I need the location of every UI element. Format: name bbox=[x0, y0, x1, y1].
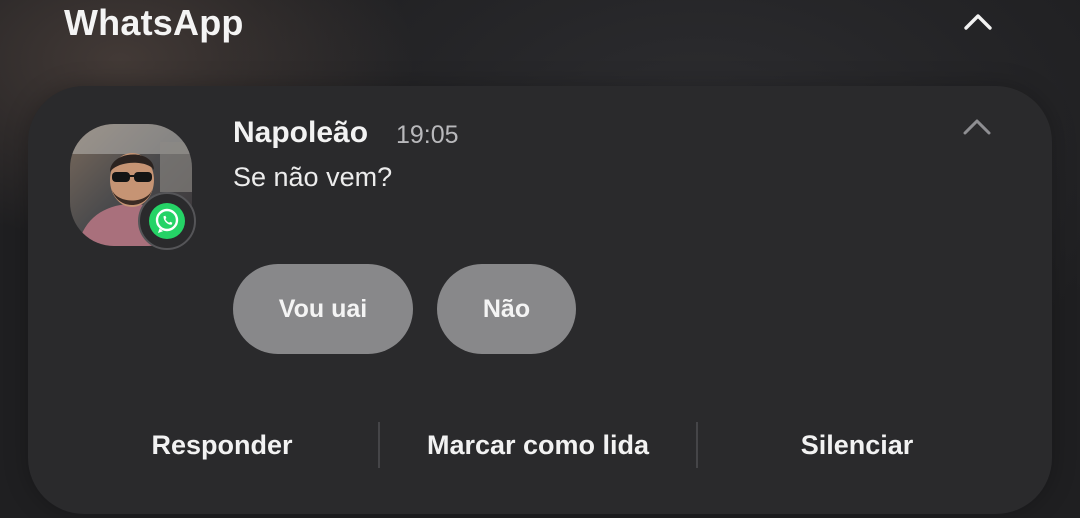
notification-group-header: WhatsApp bbox=[0, 0, 1080, 60]
message-text: Se não vem? bbox=[233, 162, 393, 192]
reply-action-button[interactable]: Responder bbox=[88, 414, 356, 476]
chevron-up-icon[interactable] bbox=[962, 116, 992, 138]
app-badge bbox=[138, 192, 196, 250]
app-name: WhatsApp bbox=[64, 2, 244, 43]
smart-reply-button[interactable]: Não bbox=[437, 264, 576, 354]
mute-button[interactable]: Silenciar bbox=[698, 414, 1016, 476]
sender-name: Napoleão bbox=[233, 116, 369, 149]
smart-reply-button[interactable]: Vou uai bbox=[233, 264, 413, 354]
notification-actions: Responder Marcar como lida Silenciar bbox=[28, 414, 1052, 476]
notification-card[interactable]: Napoleão 19:05 Se não vem? Vou uai Não R… bbox=[28, 86, 1052, 514]
whatsapp-icon bbox=[149, 203, 185, 239]
chevron-up-icon[interactable] bbox=[962, 8, 994, 34]
mark-as-read-button[interactable]: Marcar como lida bbox=[380, 414, 696, 476]
message-time: 19:05 bbox=[396, 121, 459, 149]
